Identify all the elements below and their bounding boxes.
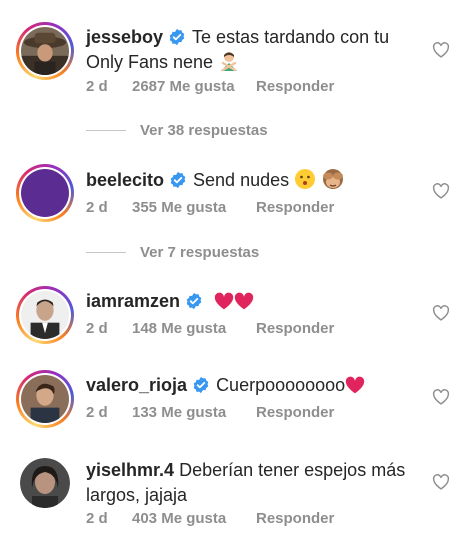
avatar-image — [21, 291, 69, 339]
view-replies-button[interactable]: Ver 7 respuestas — [86, 244, 259, 261]
red-heart-emoji-icon — [234, 292, 254, 310]
username[interactable]: jesseboy — [86, 27, 163, 47]
comment-meta: 2 d 148 Me gusta Responder — [86, 320, 334, 337]
reply-button[interactable]: Responder — [256, 510, 334, 527]
comment-meta: 2 d 403 Me gusta Responder — [86, 510, 334, 527]
like-heart-icon[interactable] — [432, 305, 450, 321]
replies-divider — [86, 130, 126, 131]
red-heart-emoji-icon — [346, 376, 365, 394]
comment-age: 2 d — [86, 510, 108, 527]
see-no-evil-monkey-emoji-icon — [323, 169, 344, 189]
verified-badge-icon — [193, 376, 209, 394]
view-replies-label[interactable]: Ver 38 respuestas — [140, 122, 268, 139]
like-heart-icon[interactable] — [432, 389, 450, 405]
avatar-image — [20, 458, 70, 508]
like-count[interactable]: 148 Me gusta — [132, 320, 256, 337]
reply-button[interactable]: Responder — [256, 404, 334, 421]
view-replies-button[interactable]: Ver 38 respuestas — [86, 122, 268, 139]
avatar[interactable] — [16, 164, 74, 222]
avatar[interactable] — [16, 370, 74, 428]
username[interactable]: valero_rioja — [86, 375, 187, 395]
comment-age: 2 d — [86, 404, 108, 421]
comment-text: Send nudes — [193, 170, 290, 190]
username[interactable]: yiselhmr.4 — [86, 460, 174, 480]
username[interactable]: iamramzen — [86, 291, 180, 311]
red-heart-emoji-icon — [214, 292, 234, 310]
like-heart-icon[interactable] — [432, 183, 450, 199]
avatar[interactable] — [20, 458, 70, 508]
avatar-image — [21, 169, 69, 217]
like-count[interactable]: 403 Me gusta — [132, 510, 256, 527]
like-count[interactable]: 2687 Me gusta — [132, 78, 256, 95]
comment-text: Cuerpoooooooo — [216, 375, 346, 395]
comment-meta: 2 d 133 Me gusta Responder — [86, 404, 334, 421]
verified-badge-icon — [170, 171, 186, 189]
person-gesturing-no-emoji-icon — [221, 52, 238, 72]
avatar[interactable] — [16, 286, 74, 344]
like-count[interactable]: 133 Me gusta — [132, 404, 256, 421]
avatar[interactable] — [16, 22, 74, 80]
comment-age: 2 d — [86, 320, 108, 337]
like-heart-icon[interactable] — [432, 474, 450, 490]
username[interactable]: beelecito — [86, 170, 164, 190]
reply-button[interactable]: Responder — [256, 78, 334, 95]
avatar-image — [21, 27, 69, 75]
reply-button[interactable]: Responder — [256, 320, 334, 337]
view-replies-label[interactable]: Ver 7 respuestas — [140, 244, 259, 261]
reply-button[interactable]: Responder — [256, 199, 334, 216]
avatar-image — [21, 375, 69, 423]
comment-meta: 2 d 2687 Me gusta Responder — [86, 78, 334, 95]
comment-age: 2 d — [86, 199, 108, 216]
like-count[interactable]: 355 Me gusta — [132, 199, 256, 216]
verified-badge-icon — [186, 292, 202, 310]
kissing-face-emoji-icon — [295, 169, 316, 189]
verified-badge-icon — [169, 28, 185, 46]
replies-divider — [86, 252, 126, 253]
like-heart-icon[interactable] — [432, 42, 450, 58]
comment-meta: 2 d 355 Me gusta Responder — [86, 199, 334, 216]
comment-age: 2 d — [86, 78, 108, 95]
